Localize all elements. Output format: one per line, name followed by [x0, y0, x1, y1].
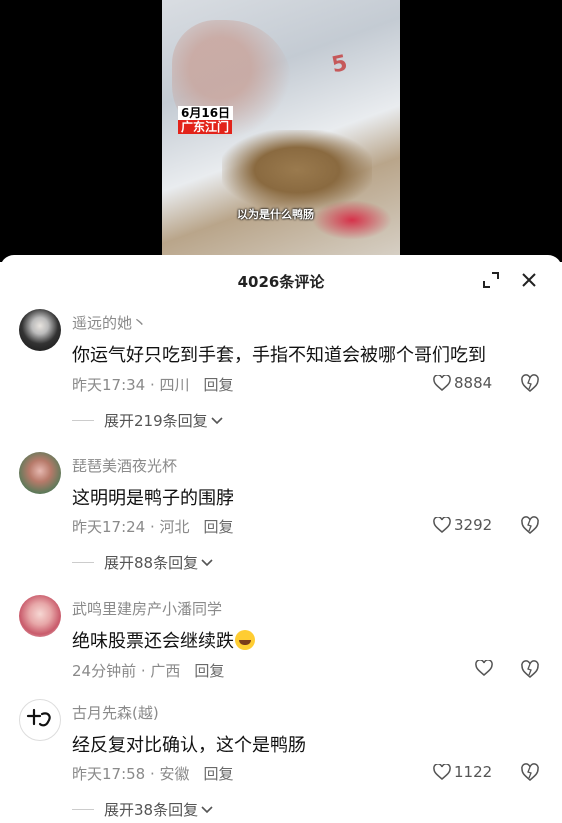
expand-replies-label: 展开38条回复 — [104, 801, 199, 819]
divider-line — [72, 420, 94, 421]
heart-icon — [433, 517, 451, 533]
comment-text: 这明明是鸭子的围脖 — [72, 488, 234, 509]
avatar[interactable] — [19, 699, 61, 741]
reply-button[interactable]: 回复 — [204, 518, 234, 536]
comment-username[interactable]: 琵琶美酒夜光杯 — [72, 455, 177, 476]
like-count: 8884 — [454, 374, 493, 392]
comment-item: 琵琶美酒夜光杯 这明明是鸭子的围脖 昨天17:24 · 河北 回复 3292 展开… — [0, 450, 562, 585]
avatar[interactable] — [19, 309, 61, 351]
video-red-shape — [312, 200, 392, 240]
like-button[interactable] — [475, 660, 496, 676]
heart-icon — [433, 764, 451, 780]
comment-time-location: 昨天17:24 · 河北 — [72, 518, 190, 536]
chevron-down-icon — [201, 558, 213, 566]
laughing-crying-emoji-icon — [235, 630, 255, 650]
comment-text: 绝味股票还会继续跌 — [72, 627, 255, 653]
heart-icon — [475, 660, 493, 676]
dislike-icon[interactable] — [520, 373, 540, 393]
expand-replies-button[interactable]: 展开219条回复 — [72, 410, 224, 431]
reply-button[interactable]: 回复 — [204, 765, 234, 783]
video-date-tag: 6月16日 广东江门 — [178, 106, 234, 134]
comment-username[interactable]: 古月先森(越) — [72, 702, 159, 723]
comment-meta: 昨天17:34 · 四川 回复 — [72, 374, 234, 395]
expand-icon[interactable] — [482, 271, 500, 289]
reply-button[interactable]: 回复 — [194, 662, 224, 680]
comment-text: 经反复对比确认，这个是鸭肠 — [72, 735, 306, 756]
comment-item: 武鸣里建房产小潘同学 绝味股票还会继续跌 24分钟前 · 广西 回复 — [0, 593, 562, 693]
heart-icon — [433, 375, 451, 391]
expand-replies-label: 展开88条回复 — [104, 554, 199, 572]
avatar[interactable] — [19, 595, 61, 637]
video-date: 6月16日 — [178, 106, 234, 120]
divider-line — [72, 562, 94, 563]
comment-item: 遥远的她丶 你运气好只吃到手套，手指不知道会被哪个哥们吃到 昨天17:34 · … — [0, 307, 562, 442]
expand-replies-button[interactable]: 展开88条回复 — [72, 552, 214, 573]
like-count: 3292 — [454, 516, 493, 534]
comment-meta: 昨天17:24 · 河北 回复 — [72, 516, 234, 537]
video-player[interactable]: 5 6月16日 广东江门 以为是什么鸭肠 — [0, 0, 562, 262]
comment-item: 古月先森(越) 经反复对比确认，这个是鸭肠 昨天17:58 · 安徽 回复 112… — [0, 697, 562, 823]
close-icon[interactable] — [520, 271, 538, 289]
like-button[interactable]: 8884 — [433, 374, 492, 392]
like-count: 1122 — [454, 763, 493, 781]
comment-time-location: 昨天17:58 · 安徽 — [72, 765, 190, 783]
like-button[interactable]: 1122 — [433, 763, 492, 781]
avatar[interactable] — [19, 452, 61, 494]
expand-replies-button[interactable]: 展开38条回复 — [72, 799, 214, 820]
calligraphy-logo — [26, 708, 51, 727]
dislike-icon[interactable] — [520, 762, 540, 782]
comment-time-location: 24分钟前 · 广西 — [72, 662, 181, 680]
video-wrapper-print: 5 — [329, 50, 350, 79]
video-food-shape — [222, 130, 372, 210]
like-button[interactable]: 3292 — [433, 516, 492, 534]
chevron-down-icon — [201, 805, 213, 813]
comment-meta: 昨天17:58 · 安徽 回复 — [72, 763, 234, 784]
comment-text: 你运气好只吃到手套，手指不知道会被哪个哥们吃到 — [72, 345, 486, 366]
expand-replies-label: 展开219条回复 — [104, 412, 208, 430]
comment-username[interactable]: 遥远的她丶 — [72, 312, 147, 333]
dislike-icon[interactable] — [520, 659, 540, 679]
sheet-header: 4026条评论 — [0, 255, 562, 307]
reply-button[interactable]: 回复 — [204, 376, 234, 394]
video-caption: 以为是什么鸭肠 — [237, 208, 314, 221]
comment-meta: 24分钟前 · 广西 回复 — [72, 660, 224, 681]
comment-sheet: 4026条评论 遥远的她丶 你运气好只吃到手套，手指不知道会被哪个哥们吃到 昨天… — [0, 255, 562, 823]
comment-count-title: 4026条评论 — [237, 273, 325, 291]
comment-username[interactable]: 武鸣里建房产小潘同学 — [72, 598, 222, 619]
comment-text-body: 绝味股票还会继续跌 — [72, 631, 234, 652]
chevron-down-icon — [211, 416, 223, 424]
comment-time-location: 昨天17:34 · 四川 — [72, 376, 190, 394]
video-place: 广东江门 — [178, 120, 233, 134]
dislike-icon[interactable] — [520, 515, 540, 535]
divider-line — [72, 809, 94, 810]
